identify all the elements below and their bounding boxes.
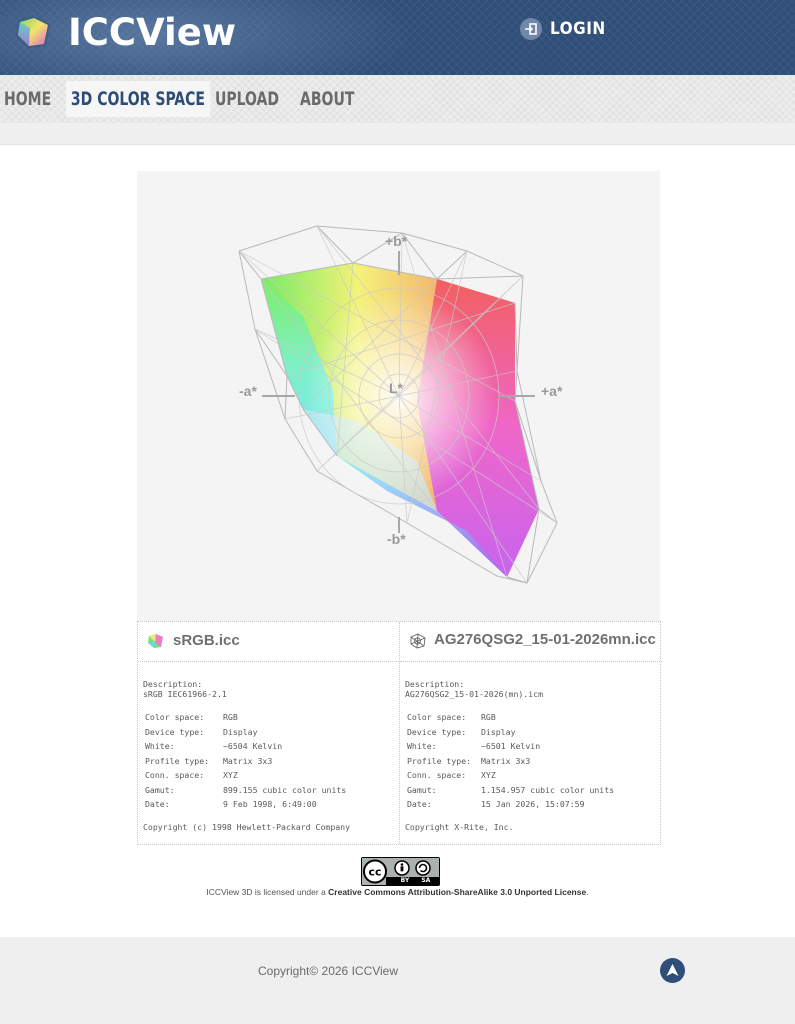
prop-value: XYZ (481, 770, 496, 780)
prop-value: 15 Jan 2026, 15:07:59 (481, 799, 585, 809)
profile-header-left: sRGB.icc (138, 622, 399, 662)
prop-value: XYZ (223, 770, 238, 780)
gamut-cube-icon[interactable] (14, 14, 54, 50)
prop-key: Date: (145, 799, 170, 809)
prop-key: Date: (407, 799, 432, 809)
prop-key: Color space: (145, 712, 205, 722)
prop-value: RGB (223, 712, 238, 722)
cc-license-badge[interactable]: cc BY SA (361, 857, 440, 886)
nav-home[interactable]: HOME (4, 81, 51, 117)
prop-value: Display (481, 726, 516, 737)
description-value-left: sRGB IEC61966-2.1 (143, 689, 227, 699)
wireframe-gamut-icon (410, 633, 426, 649)
gamut-3d-viewer[interactable]: +b* -b* -a* +a* L* (137, 171, 660, 621)
srgb-gamut-icon (148, 634, 163, 648)
footer-copyright: Copyright© 2026 ICCView (258, 964, 399, 978)
header-bar: ICCView LOGIN (0, 0, 795, 75)
cc-badge-text: BY SA (400, 877, 431, 884)
profile-column-right: AG276QSG2_15-01-2026mn.icc Description: … (400, 622, 662, 844)
profile-copyright-right: Copyright X-Rite, Inc. (405, 822, 514, 832)
back-to-top-button[interactable] (660, 958, 685, 983)
arrow-up-icon (666, 964, 679, 976)
description-label-right: Description: (405, 679, 465, 689)
license-text: ICCView 3D is licensed under a Creative … (0, 887, 795, 897)
prop-value: RGB (481, 712, 496, 722)
login-button[interactable]: LOGIN (520, 16, 606, 42)
profile-comparison-table: sRGB.icc Description: sRGB IEC61966-2.1 … (137, 621, 662, 845)
nav-divider (0, 123, 795, 145)
prop-value: ~6501 Kelvin (481, 741, 541, 751)
prop-key: Profile type: (407, 755, 472, 766)
prop-value: Matrix 3x3 (223, 755, 273, 766)
profile-file-name-left: sRGB.icc (173, 632, 240, 649)
profile-header-right: AG276QSG2_15-01-2026mn.icc (400, 622, 662, 662)
axis-label-plus-b: +b* (385, 233, 408, 249)
description-label-left: Description: (143, 679, 203, 689)
nav-upload[interactable]: UPLOAD (215, 81, 279, 117)
prop-key: Device type: (145, 726, 205, 737)
prop-key: Device type: (407, 726, 467, 737)
footer: Copyright© 2026 ICCView (0, 937, 795, 1024)
app-logo-text[interactable]: ICCView (68, 10, 236, 56)
nav-about[interactable]: ABOUT (300, 81, 354, 117)
prop-key: White: (407, 741, 437, 751)
prop-value: 899.155 cubic color units (223, 784, 347, 795)
sign-in-icon (520, 18, 542, 40)
prop-value: Matrix 3x3 (481, 755, 531, 766)
axis-label-l: L* (389, 380, 403, 396)
prop-value: 9 Feb 1998, 6:49:00 (223, 799, 317, 809)
prop-value: Display (223, 726, 258, 737)
svg-text:cc: cc (368, 866, 381, 879)
prop-key: Gamut: (407, 784, 437, 795)
license-link[interactable]: Creative Commons Attribution-ShareAlike … (328, 887, 586, 897)
prop-value: 1.154.957 cubic color units (481, 784, 615, 795)
prop-key: Color space: (407, 712, 467, 722)
license-suffix: . (586, 887, 589, 897)
nav-3d-color-space[interactable]: 3D COLOR SPACE (66, 81, 210, 117)
license-prefix: ICCView 3D is licensed under a (206, 887, 329, 897)
prop-value: ~6504 Kelvin (223, 741, 283, 751)
description-value-right: AG276QSG2_15-01-2026(mn).icm (405, 689, 544, 699)
axis-label-minus-a: -a* (239, 383, 257, 399)
prop-key: Profile type: (145, 755, 210, 766)
prop-key: Conn. space: (145, 770, 205, 780)
axis-label-plus-a: +a* (541, 383, 563, 399)
prop-key: Conn. space: (407, 770, 467, 780)
prop-key: Gamut: (145, 784, 175, 795)
axis-label-minus-b: -b* (387, 531, 406, 547)
profile-file-name-right: AG276QSG2_15-01-2026mn.icc (434, 631, 656, 648)
login-label: LOGIN (550, 19, 606, 39)
prop-key: White: (145, 741, 175, 751)
profile-copyright-left: Copyright (c) 1998 Hewlett-Packard Compa… (143, 822, 351, 832)
profile-column-left: sRGB.icc Description: sRGB IEC61966-2.1 … (138, 622, 400, 844)
